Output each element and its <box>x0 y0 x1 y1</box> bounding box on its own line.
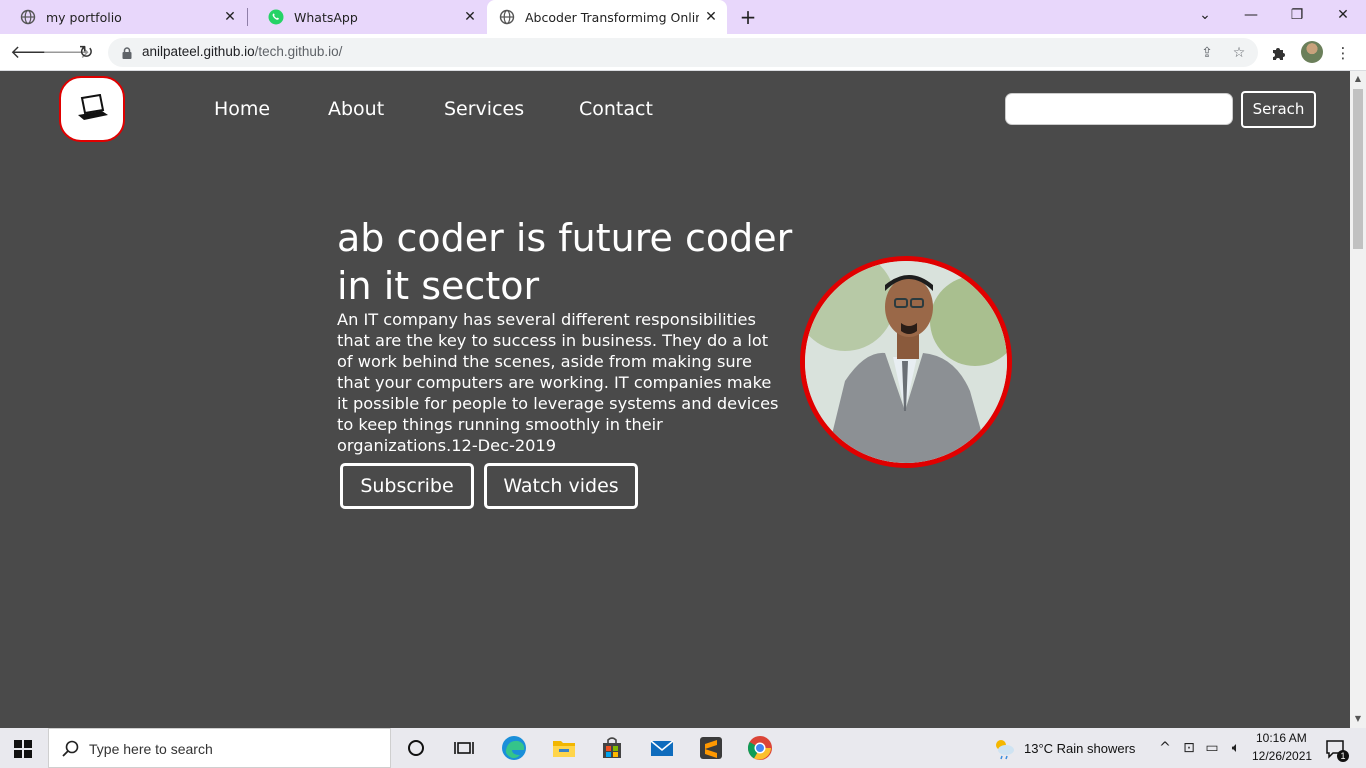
globe-icon <box>499 9 515 25</box>
tab-whatsapp[interactable]: WhatsApp ✕ <box>248 0 486 34</box>
address-bar[interactable]: anilpateel.github.io/tech.github.io/ ⇪ ☆ <box>108 38 1258 67</box>
clock-time[interactable]: 10:16 AM <box>1256 731 1307 745</box>
tab-my-portfolio[interactable]: my portfolio ✕ <box>0 0 246 34</box>
star-icon[interactable]: ☆ <box>1230 44 1248 62</box>
edge-icon[interactable] <box>500 734 528 762</box>
back-arrow-icon[interactable]: 🡐 <box>10 41 58 65</box>
url-path: /tech.github.io/ <box>254 44 343 59</box>
weather-icon[interactable] <box>992 736 1016 760</box>
tab-label: my portfolio <box>46 9 122 25</box>
tab-search-button[interactable]: ⌄ <box>1193 4 1217 26</box>
file-explorer-icon[interactable] <box>550 734 578 762</box>
browser-toolbar: 🡐 🡒 ↻ anilpateel.github.io/tech.github.i… <box>0 34 1366 71</box>
sublime-text-icon[interactable] <box>697 734 725 762</box>
globe-icon <box>20 9 36 25</box>
cortana-icon[interactable] <box>402 734 430 762</box>
clock-date[interactable]: 12/26/2021 <box>1252 749 1312 763</box>
search-icon <box>61 739 81 759</box>
store-icon[interactable] <box>598 734 626 762</box>
tab-label: Abcoder Transformimg Online Ed <box>525 9 699 25</box>
scroll-up-arrow-icon[interactable]: ▲ <box>1354 75 1362 83</box>
hero-description: An IT company has several different resp… <box>337 310 779 455</box>
laptop-icon <box>78 94 108 120</box>
subscribe-button[interactable]: Subscribe <box>340 463 474 509</box>
volume-icon[interactable]: 🔈︎ <box>1227 739 1245 757</box>
meet-now-icon[interactable]: ⊡ <box>1180 739 1198 757</box>
chrome-icon[interactable] <box>746 734 774 762</box>
taskbar-search-box[interactable]: Type here to search <box>48 728 391 768</box>
nav-services[interactable]: Services <box>444 98 524 120</box>
site-search-input[interactable] <box>1005 93 1233 125</box>
close-tab-icon[interactable]: ✕ <box>703 9 719 25</box>
browser-tab-strip: my portfolio ✕ WhatsApp ✕ Abcoder Transf… <box>0 0 1366 34</box>
search-button[interactable]: Serach <box>1241 91 1316 128</box>
scroll-down-arrow-icon[interactable]: ▼ <box>1354 715 1362 723</box>
nav-about[interactable]: About <box>328 98 384 120</box>
page-scrollbar[interactable]: ▲ ▼ <box>1350 71 1366 728</box>
url-host: anilpateel.github.io <box>142 44 255 59</box>
reload-icon[interactable]: ↻ <box>74 41 98 65</box>
scroll-thumb[interactable] <box>1353 89 1363 249</box>
close-tab-icon[interactable]: ✕ <box>222 9 238 25</box>
minimize-button[interactable]: — <box>1239 4 1263 26</box>
windows-taskbar: Type here to search 13°C Rain showers ^ … <box>0 728 1366 768</box>
tab-label: WhatsApp <box>294 9 358 25</box>
close-tab-icon[interactable]: ✕ <box>462 9 478 25</box>
share-icon[interactable]: ⇪ <box>1198 44 1216 62</box>
forward-arrow-icon[interactable]: 🡒 <box>42 41 90 65</box>
nav-contact[interactable]: Contact <box>579 98 653 120</box>
battery-icon[interactable]: ▭ <box>1203 739 1221 757</box>
mail-icon[interactable] <box>648 734 676 762</box>
notification-count-badge: 1 <box>1337 750 1349 762</box>
profile-avatar[interactable] <box>1301 41 1323 63</box>
url-text: anilpateel.github.io/tech.github.io/ <box>142 44 342 59</box>
site-logo[interactable] <box>59 76 125 142</box>
watch-videos-button[interactable]: Watch vides <box>484 463 638 509</box>
restore-button[interactable]: ❐ <box>1285 4 1309 26</box>
whatsapp-icon <box>268 9 284 25</box>
hero-title: ab coder is future coder in it sector <box>337 216 793 308</box>
close-window-button[interactable]: ✕ <box>1331 4 1355 26</box>
taskbar-search-text: Type here to search <box>89 741 213 757</box>
task-view-icon[interactable] <box>450 734 478 762</box>
profile-photo <box>800 256 1012 468</box>
lock-icon <box>120 45 134 59</box>
web-page: Home About Services Contact Serach ab co… <box>0 71 1350 728</box>
menu-kebab-icon[interactable]: ⋮ <box>1332 42 1354 64</box>
extensions-puzzle-icon[interactable] <box>1268 42 1290 64</box>
tab-abcoder[interactable]: Abcoder Transformimg Online Ed ✕ <box>487 0 727 34</box>
weather-text[interactable]: 13°C Rain showers <box>1024 741 1135 756</box>
chevron-up-icon[interactable]: ^ <box>1156 739 1174 757</box>
new-tab-button[interactable]: + <box>738 6 758 28</box>
windows-start-icon[interactable] <box>14 740 32 758</box>
nav-home[interactable]: Home <box>214 98 270 120</box>
